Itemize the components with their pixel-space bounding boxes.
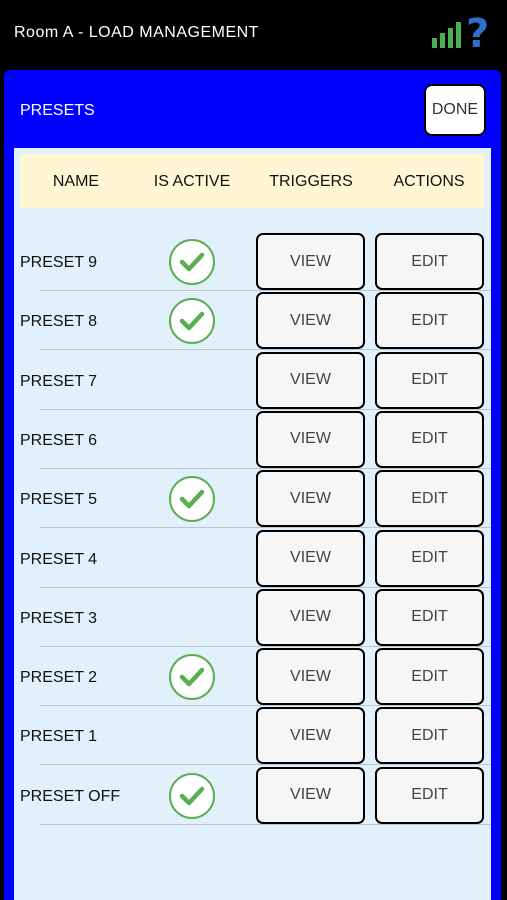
title-bar: Room A - LOAD MANAGEMENT ?	[0, 0, 507, 68]
edit-preset-button[interactable]: EDIT	[375, 292, 484, 350]
column-header-is-active: IS ACTIVE	[153, 173, 231, 190]
preset-name: PRESET 7	[20, 372, 98, 390]
edit-preset-button[interactable]: EDIT	[375, 351, 484, 409]
preset-name: PRESET 9	[20, 254, 98, 271]
preset-row: PRESET 3 VIEW EDIT	[14, 588, 491, 647]
presets-table: NAME IS ACTIVE TRIGGERS ACTIONS PRESET 9…	[14, 148, 491, 900]
active-check-icon	[169, 476, 215, 523]
view-triggers-button[interactable]: VIEW	[256, 410, 365, 468]
app-title: Room A - LOAD MANAGEMENT	[14, 24, 259, 41]
edit-preset-button[interactable]: EDIT	[375, 410, 484, 468]
preset-row: PRESET 7 VIEW EDIT	[14, 351, 491, 410]
presets-panel: PRESETS DONE NAME IS ACTIVE TRIGGERS ACT…	[4, 70, 501, 900]
preset-name: PRESET OFF	[20, 787, 121, 805]
view-triggers-button[interactable]: VIEW	[256, 529, 365, 587]
edit-preset-button[interactable]: EDIT	[375, 707, 484, 765]
preset-name: PRESET 1	[20, 728, 98, 746]
preset-name: PRESET 6	[20, 431, 98, 449]
preset-name: PRESET 5	[20, 491, 98, 509]
active-check-icon	[169, 239, 215, 285]
preset-name: PRESET 3	[20, 609, 98, 627]
view-triggers-button[interactable]: VIEW	[256, 707, 365, 765]
edit-preset-button[interactable]: EDIT	[375, 766, 484, 824]
preset-row: PRESET 5 VIEW EDIT	[14, 469, 491, 529]
preset-row: PRESET 2 VIEW EDIT	[14, 647, 491, 707]
column-header-actions: ACTIONS	[393, 173, 465, 190]
row-divider	[40, 823, 491, 825]
panel-title: PRESETS	[20, 102, 95, 119]
edit-preset-button[interactable]: EDIT	[375, 648, 484, 706]
view-triggers-button[interactable]: VIEW	[256, 648, 365, 706]
preset-name: PRESET 8	[20, 313, 98, 331]
view-triggers-button[interactable]: VIEW	[256, 233, 365, 290]
preset-name: PRESET 2	[20, 669, 98, 687]
signal-bars-icon[interactable]	[432, 22, 462, 48]
done-button[interactable]: DONE	[424, 84, 486, 136]
view-triggers-button[interactable]: VIEW	[256, 766, 365, 824]
preset-row: PRESET 9 VIEW EDIT	[14, 232, 491, 291]
edit-preset-button[interactable]: EDIT	[375, 588, 484, 646]
preset-row: PRESET OFF VIEW EDIT	[14, 766, 491, 825]
column-header-name: NAME	[52, 173, 100, 190]
edit-preset-button[interactable]: EDIT	[375, 233, 484, 290]
column-header-triggers: TRIGGERS	[269, 173, 353, 190]
view-triggers-button[interactable]: VIEW	[256, 588, 365, 646]
edit-preset-button[interactable]: EDIT	[375, 470, 484, 528]
help-question-icon[interactable]: ?	[466, 14, 498, 54]
preset-name: PRESET 4	[20, 550, 98, 568]
preset-row: PRESET 6 VIEW EDIT	[14, 410, 491, 469]
preset-row: PRESET 4 VIEW EDIT	[14, 529, 491, 588]
preset-row: PRESET 8 VIEW EDIT	[14, 291, 491, 351]
table-header-row: NAME IS ACTIVE TRIGGERS ACTIONS	[20, 154, 484, 208]
active-check-icon	[169, 772, 215, 819]
preset-row: PRESET 1 VIEW EDIT	[14, 706, 491, 766]
view-triggers-button[interactable]: VIEW	[256, 292, 365, 350]
view-triggers-button[interactable]: VIEW	[256, 470, 365, 528]
view-triggers-button[interactable]: VIEW	[256, 351, 365, 409]
edit-preset-button[interactable]: EDIT	[375, 529, 484, 587]
active-check-icon	[169, 654, 215, 701]
active-check-icon	[169, 298, 215, 345]
